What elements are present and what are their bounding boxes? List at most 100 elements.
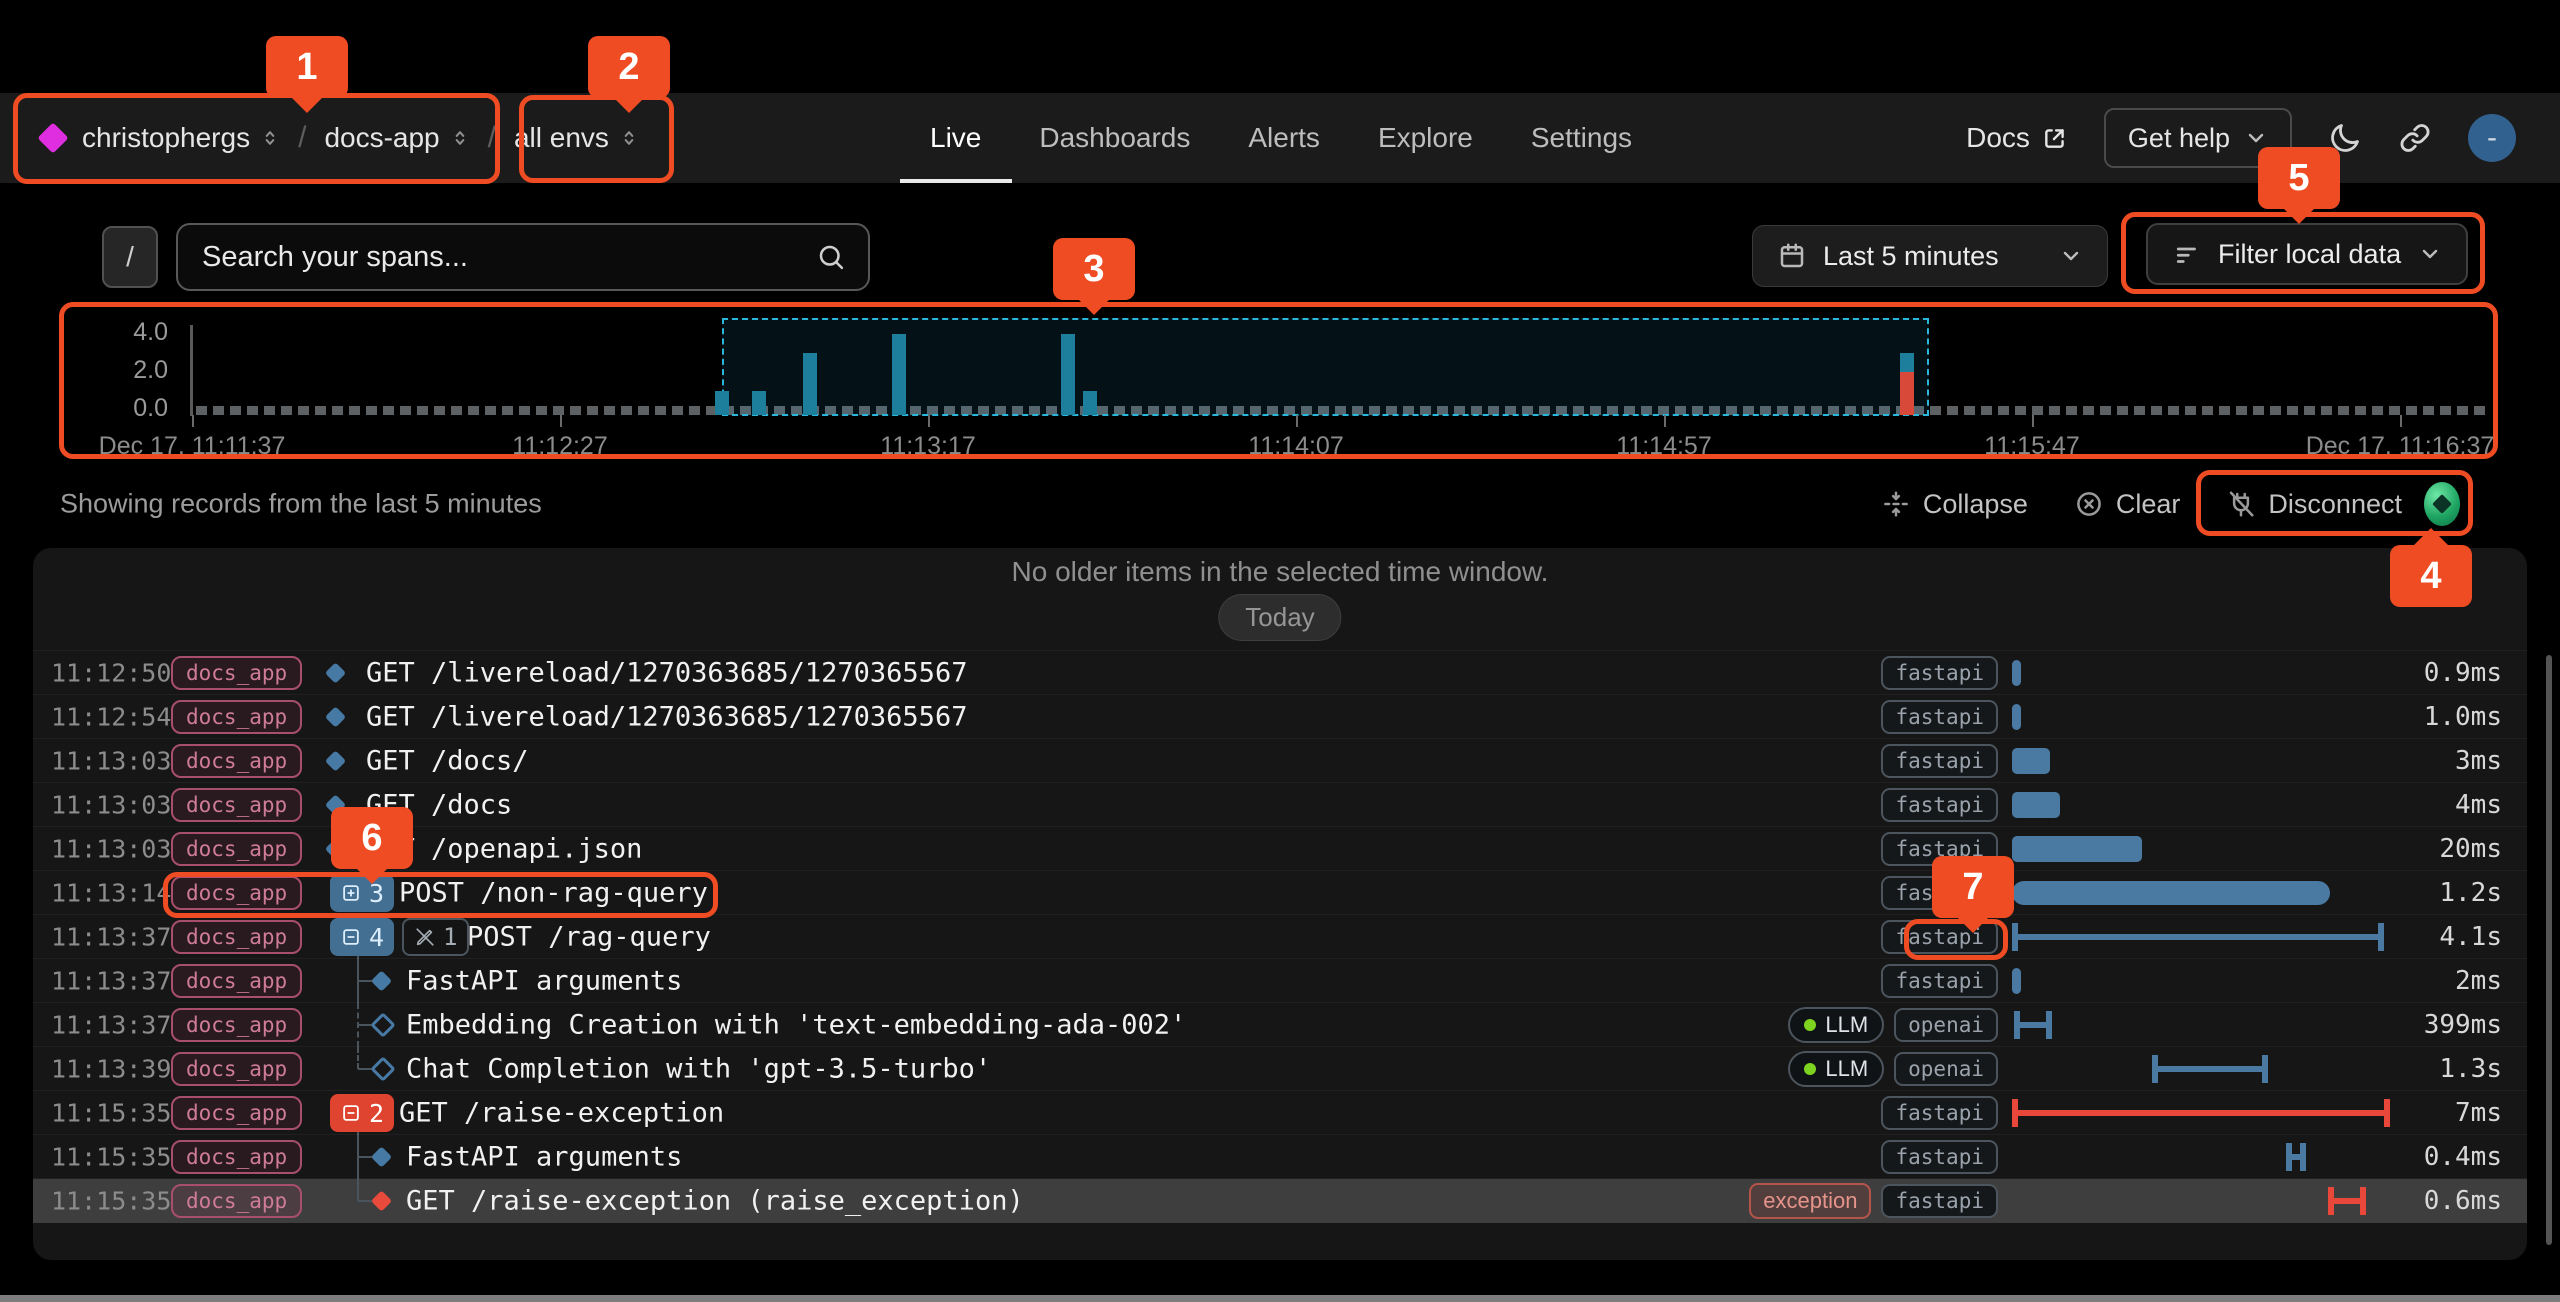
llm-tag: LLM bbox=[1788, 1051, 1884, 1087]
framework-tag: fastapi bbox=[1881, 700, 1998, 734]
search-box[interactable] bbox=[176, 223, 870, 291]
tab-live[interactable]: Live bbox=[930, 93, 981, 183]
time-range-label: Last 5 minutes bbox=[1823, 241, 1999, 272]
main-nav: Live Dashboards Alerts Explore Settings bbox=[930, 93, 1632, 183]
annotation-badge-3: 3 bbox=[1053, 238, 1135, 300]
collapse-button[interactable]: Collapse bbox=[1881, 489, 2028, 520]
collapse-icon bbox=[1881, 489, 1911, 519]
framework-tag: openai bbox=[1894, 1008, 1998, 1042]
duration-bar-line bbox=[2012, 934, 2384, 940]
annotation-box-4 bbox=[2196, 470, 2473, 536]
tab-explore[interactable]: Explore bbox=[1378, 93, 1473, 183]
search-input[interactable] bbox=[200, 240, 816, 275]
expand-collapse-badge[interactable]: 2 bbox=[330, 1094, 394, 1132]
diamond-hollow-blue bbox=[370, 1056, 395, 1081]
clear-label: Clear bbox=[2116, 489, 2181, 520]
annotation-badge-5: 5 bbox=[2258, 147, 2340, 209]
row-duration: 4.1s bbox=[2439, 922, 2502, 952]
annotation-box-5 bbox=[2121, 212, 2485, 294]
diamond-hollow-blue bbox=[370, 1012, 395, 1037]
row-timestamp: 11:12:50 bbox=[51, 659, 171, 688]
duration-bar-line bbox=[2286, 1154, 2306, 1160]
today-pill[interactable]: Today bbox=[1218, 594, 1341, 641]
llm-label: LLM bbox=[1825, 1012, 1868, 1038]
avatar-label: - bbox=[2487, 121, 2497, 155]
span-name: Embedding Creation with 'text-embedding-… bbox=[406, 1010, 1186, 1041]
tab-dashboards[interactable]: Dashboards bbox=[1039, 93, 1190, 183]
table-row[interactable]: 11:12:54docs_appGET /livereload/12703636… bbox=[33, 695, 2527, 739]
table-row[interactable]: 11:15:35docs_appGET /raise-exception (ra… bbox=[33, 1179, 2527, 1223]
row-timestamp: 11:13:03 bbox=[51, 835, 171, 864]
duration-bar bbox=[2012, 792, 2060, 818]
row-tags: fastapi bbox=[1881, 744, 1998, 778]
external-link-icon bbox=[2042, 125, 2068, 151]
scrubbed-badge[interactable]: 1 bbox=[402, 918, 469, 956]
exception-tag: exception bbox=[1749, 1183, 1871, 1219]
table-row[interactable]: 11:13:39docs_appChat Completion with 'gp… bbox=[33, 1047, 2527, 1091]
showing-records-label: Showing records from the last 5 minutes bbox=[60, 489, 542, 520]
minus-square-icon bbox=[340, 926, 362, 948]
row-tags: fastapi bbox=[1881, 656, 1998, 690]
span-name: POST /rag-query bbox=[467, 922, 711, 953]
clear-circle-x-icon bbox=[2074, 489, 2104, 519]
table-row[interactable]: 11:13:37docs_appEmbedding Creation with … bbox=[33, 1003, 2527, 1047]
table-row[interactable]: 11:13:37docs_appFastAPI argumentsfastapi… bbox=[33, 959, 2527, 1003]
expand-collapse-badge[interactable]: 4 bbox=[330, 918, 394, 956]
child-count: 2 bbox=[369, 1099, 384, 1128]
calendar-icon bbox=[1777, 241, 1807, 271]
framework-tag: fastapi bbox=[1881, 1096, 1998, 1130]
llm-status-dot-icon bbox=[1804, 1063, 1816, 1075]
table-row[interactable]: 11:13:37docs_app41POST /rag-queryfastapi… bbox=[33, 915, 2527, 959]
tab-alerts[interactable]: Alerts bbox=[1248, 93, 1320, 183]
row-duration: 0.4ms bbox=[2424, 1142, 2502, 1172]
tab-settings[interactable]: Settings bbox=[1531, 93, 1632, 183]
row-duration: 1.3s bbox=[2439, 1054, 2502, 1084]
search-icon bbox=[816, 242, 846, 272]
framework-tag: fastapi bbox=[1881, 788, 1998, 822]
span-name: FastAPI arguments bbox=[406, 966, 682, 997]
framework-tag: fastapi bbox=[1881, 964, 1998, 998]
duration-bar bbox=[2012, 881, 2330, 905]
table-row[interactable]: 11:13:03docs_appGET /docs/fastapi3ms bbox=[33, 739, 2527, 783]
docs-link[interactable]: Docs bbox=[1966, 122, 2068, 154]
tree-connector-line bbox=[357, 1047, 359, 1069]
annotation-badge-1: 1 bbox=[266, 36, 348, 98]
scrubbed-icon bbox=[414, 926, 436, 948]
chevron-down-icon bbox=[2059, 244, 2083, 268]
duration-bar-track bbox=[2012, 651, 2492, 695]
llm-status-dot-icon bbox=[1804, 1019, 1816, 1031]
framework-tag: fastapi bbox=[1881, 1140, 1998, 1174]
duration-bar bbox=[2012, 968, 2021, 994]
minus-square-icon bbox=[340, 1102, 362, 1124]
duration-bar bbox=[2012, 660, 2021, 686]
table-row[interactable]: 11:12:50docs_appGET /livereload/12703636… bbox=[33, 651, 2527, 695]
header-right: Docs Get help - bbox=[1966, 93, 2516, 183]
project-tag: docs_app bbox=[171, 744, 302, 778]
row-timestamp: 11:13:37 bbox=[51, 967, 171, 996]
row-duration: 4ms bbox=[2455, 790, 2502, 820]
row-tags: exceptionfastapi bbox=[1749, 1183, 1998, 1219]
duration-bar-line bbox=[2012, 1110, 2390, 1116]
duration-bar-line bbox=[2152, 1066, 2268, 1072]
duration-bar-track bbox=[2012, 1135, 2492, 1179]
span-name: GET /raise-exception bbox=[399, 1098, 724, 1129]
table-row[interactable]: 11:15:35docs_appFastAPI argumentsfastapi… bbox=[33, 1135, 2527, 1179]
diamond-filled-blue bbox=[325, 750, 346, 771]
share-link-icon[interactable] bbox=[2398, 121, 2432, 155]
annotation-box-3 bbox=[59, 302, 2498, 459]
table-row[interactable]: 11:15:35docs_app2GET /raise-exceptionfas… bbox=[33, 1091, 2527, 1135]
diamond-filled-blue bbox=[371, 970, 392, 991]
llm-tag: LLM bbox=[1788, 1007, 1884, 1043]
avatar[interactable]: - bbox=[2468, 114, 2516, 162]
span-name: GET /livereload/1270363685/1270365567 bbox=[366, 658, 967, 689]
row-duration: 1.2s bbox=[2439, 878, 2502, 908]
row-timestamp: 11:13:37 bbox=[51, 923, 171, 952]
project-tag: docs_app bbox=[171, 920, 302, 954]
clear-button[interactable]: Clear bbox=[2074, 489, 2181, 520]
annotation-badge-4: 4 bbox=[2390, 545, 2472, 607]
time-range-button[interactable]: Last 5 minutes bbox=[1752, 225, 2108, 287]
row-duration: 0.9ms bbox=[2424, 658, 2502, 688]
span-name: Chat Completion with 'gpt-3.5-turbo' bbox=[406, 1054, 991, 1085]
row-duration: 399ms bbox=[2424, 1010, 2502, 1040]
scrollbar-thumb[interactable] bbox=[2546, 655, 2552, 1245]
